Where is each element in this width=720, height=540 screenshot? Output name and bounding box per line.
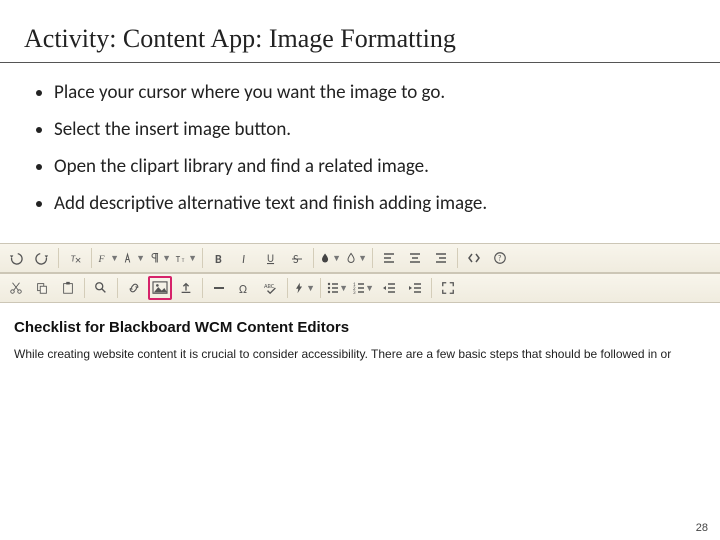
bullet-item: Open the clipart library and find a rela… [54,155,690,178]
bullet-list: Place your cursor where you want the ima… [0,63,720,237]
find-icon[interactable] [89,276,113,300]
outdent-icon[interactable] [377,276,401,300]
svg-text:?: ? [498,255,502,264]
copy-icon[interactable] [30,276,54,300]
svg-text:3: 3 [353,290,356,295]
svg-text:Ω: Ω [239,283,247,295]
bullet-item: Select the insert image button. [54,118,690,141]
separator [58,248,59,268]
back-color-icon[interactable]: ▼ [344,246,368,270]
svg-text:T: T [182,258,185,264]
svg-text:F: F [98,254,106,265]
toolbar-row-1: T F▼ ▼ ▼ TT▼ B I U S ▼ ▼ ? [0,243,720,273]
svg-text:U: U [267,252,274,265]
clear-format-icon[interactable]: T [63,246,87,270]
paragraph-icon[interactable]: ▼ [148,246,172,270]
separator [91,248,92,268]
align-right-icon[interactable] [429,246,453,270]
separator [84,278,85,298]
bullet-list-icon[interactable]: ▼ [325,276,349,300]
svg-text:I: I [242,253,245,265]
separator [372,248,373,268]
italic-icon[interactable]: I [233,246,257,270]
separator [287,278,288,298]
underline-icon[interactable]: U [259,246,283,270]
special-char-icon[interactable]: Ω [233,276,257,300]
indent-icon[interactable] [403,276,427,300]
slide-title: Activity: Content App: Image Formatting [0,0,720,63]
separator [313,248,314,268]
separator [117,278,118,298]
align-left-icon[interactable] [377,246,401,270]
font-size-icon[interactable]: ▼ [122,246,146,270]
font-family-icon[interactable]: F▼ [96,246,120,270]
flash-icon[interactable]: ▼ [292,276,316,300]
spellcheck-icon[interactable]: ABC [259,276,283,300]
text-size-icon[interactable]: TT▼ [174,246,198,270]
cut-icon[interactable] [4,276,28,300]
link-icon[interactable] [122,276,146,300]
separator [202,248,203,268]
svg-text:T: T [176,254,181,265]
code-view-icon[interactable] [462,246,486,270]
separator [202,278,203,298]
insert-image-icon[interactable] [148,276,172,300]
separator [320,278,321,298]
number-list-icon[interactable]: 123▼ [351,276,375,300]
svg-text:B: B [215,253,222,265]
help-icon[interactable]: ? [488,246,512,270]
editor-content-area: Checklist for Blackboard WCM Content Edi… [0,303,720,393]
svg-text:ABC: ABC [264,282,275,290]
undo-icon[interactable] [4,246,28,270]
separator [431,278,432,298]
text-color-icon[interactable]: ▼ [318,246,342,270]
page-number: 28 [696,522,708,534]
strike-icon[interactable]: S [285,246,309,270]
upload-icon[interactable] [174,276,198,300]
fade-overlay [0,458,720,518]
paste-icon[interactable] [56,276,80,300]
align-center-icon[interactable] [403,246,427,270]
doc-heading: Checklist for Blackboard WCM Content Edi… [14,319,706,336]
slide: Activity: Content App: Image Formatting … [0,0,720,540]
editor-screenshot: T F▼ ▼ ▼ TT▼ B I U S ▼ ▼ ? [0,243,720,393]
svg-text:T: T [71,253,77,265]
toolbar-row-2: Ω ABC ▼ ▼ 123▼ [0,273,720,303]
insert-line-icon[interactable] [207,276,231,300]
separator [457,248,458,268]
fullscreen-icon[interactable] [436,276,460,300]
redo-icon[interactable] [30,246,54,270]
bullet-item: Add descriptive alternative text and fin… [54,192,690,215]
bold-icon[interactable]: B [207,246,231,270]
doc-paragraph: While creating website content it is cru… [14,346,706,362]
bullet-item: Place your cursor where you want the ima… [54,81,690,104]
